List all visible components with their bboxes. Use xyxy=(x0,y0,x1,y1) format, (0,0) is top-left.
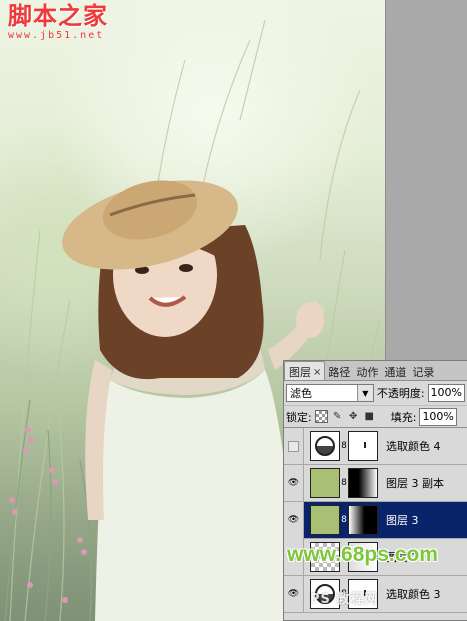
layer-row-selected[interactable]: 👁 8 图层 3 xyxy=(284,501,467,539)
lock-paint-brush-icon[interactable]: ✎ xyxy=(331,410,344,423)
tab-actions[interactable]: 动作 xyxy=(353,361,381,380)
chevron-down-icon[interactable]: ▼ xyxy=(356,385,373,401)
layers-panel: 图层 × 路径 动作 通道 记录 滤色 ▼ 不透明度: 100% 锁定: ✎ ✥… xyxy=(283,360,467,621)
tab-channels[interactable]: 通道 xyxy=(381,361,409,380)
lock-move-icon[interactable]: ✥ xyxy=(347,410,360,423)
fill-input[interactable]: 100% xyxy=(419,407,458,426)
layer-list: 8 选取颜色 4 👁 8 图层 3 副本 👁 8 图层 3 👁 8 图层 2 👁… xyxy=(284,427,467,613)
eye-icon[interactable]: 👁 xyxy=(288,478,299,488)
visibility-toggle[interactable]: 👁 xyxy=(284,501,304,539)
layer-name: 选取颜色 4 xyxy=(386,440,441,453)
visibility-toggle[interactable]: 👁 xyxy=(284,575,304,613)
layer-mask-thumb[interactable] xyxy=(348,468,378,498)
blend-mode-select[interactable]: 滤色 ▼ xyxy=(286,384,374,402)
link-icon: 8 xyxy=(341,478,347,488)
lock-transparency-icon[interactable] xyxy=(314,410,328,423)
layer-thumb xyxy=(310,505,340,535)
layer-name: 图层 3 xyxy=(386,514,419,527)
tab-history[interactable]: 记录 xyxy=(409,361,437,380)
link-icon: 8 xyxy=(341,441,347,451)
layer-mask-thumb[interactable] xyxy=(348,505,378,535)
panel-tabs: 图层 × 路径 动作 通道 记录 xyxy=(284,361,467,381)
blend-mode-value: 滤色 xyxy=(290,387,312,400)
adjustment-layer-icon xyxy=(310,431,340,461)
tab-layers-label: 图层 xyxy=(289,366,311,379)
layer-name: 选取颜色 3 xyxy=(386,588,441,601)
opacity-label: 不透明度: xyxy=(376,387,425,400)
layer-row[interactable]: 8 选取颜色 4 xyxy=(284,427,467,465)
layer-row[interactable]: 👁 8 图层 3 副本 xyxy=(284,464,467,502)
site-watermark-faint: PS 教程网 xyxy=(310,592,379,607)
tab-layers[interactable]: 图层 × xyxy=(284,361,326,380)
lock-row: 锁定: ✎ ✥ ■ 填充: 100% xyxy=(284,405,467,427)
fill-label: 填充: xyxy=(390,410,417,424)
layer-name: 图层 3 副本 xyxy=(386,477,444,490)
opacity-input[interactable]: 100% xyxy=(427,384,465,402)
link-icon: 8 xyxy=(341,515,347,525)
eye-icon[interactable]: 👁 xyxy=(288,515,299,525)
layer-mask-thumb[interactable] xyxy=(348,431,378,461)
watermark-url: www.jb51.net xyxy=(8,30,105,41)
lock-label: 锁定: xyxy=(286,410,312,424)
close-icon[interactable]: × xyxy=(313,367,321,378)
site-watermark-bottom: www.68ps.com xyxy=(287,543,438,566)
visibility-toggle[interactable] xyxy=(284,427,304,465)
watermark-title: 脚本之家 xyxy=(8,1,108,30)
tab-paths[interactable]: 路径 xyxy=(325,361,353,380)
blend-row: 滤色 ▼ 不透明度: 100% xyxy=(284,381,467,405)
visibility-toggle[interactable]: 👁 xyxy=(284,464,304,502)
lock-all-icon[interactable]: ■ xyxy=(363,410,376,423)
site-watermark-top: 脚本之家 www.jb51.net xyxy=(8,4,138,41)
eye-icon[interactable]: 👁 xyxy=(288,589,299,599)
hidden-eye-icon[interactable] xyxy=(288,440,299,452)
layer-thumb xyxy=(310,468,340,498)
